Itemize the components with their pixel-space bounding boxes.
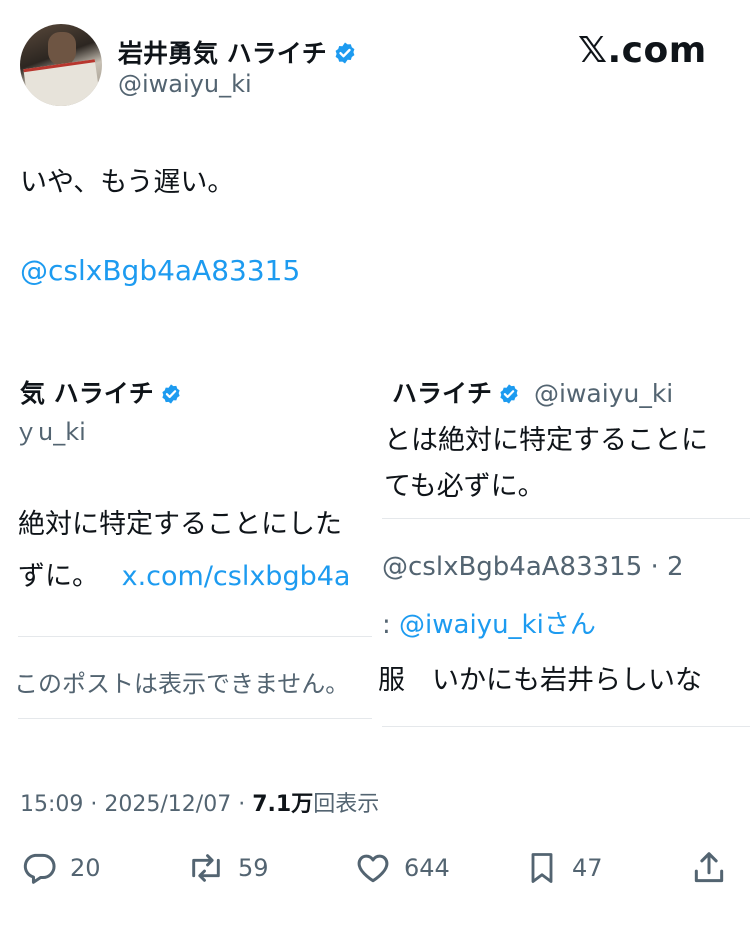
handle[interactable]: @iwaiyu_ki [118, 70, 252, 98]
like-icon [357, 854, 389, 883]
display-name-text: 岩井勇気 ハライチ [118, 39, 327, 68]
embedded-screenshot-left: 気 ハライチ ｙu_ki 絶対に特定することにした ずに。 x.com/cslx… [0, 360, 372, 720]
left-card-link[interactable]: x.com/cslxbgb4a [122, 561, 351, 592]
post-text: いや、もう遅い。 [20, 167, 235, 198]
share-button[interactable] [690, 848, 740, 888]
embedded-screenshot-right: ハライチ @iwaiyu_ki とは絶対に特定することに ても必ずに。 @cslx… [374, 360, 750, 730]
mention-link[interactable]: @cslxBgb4aA83315 [20, 254, 300, 287]
right-reply-user[interactable]: @cslxBgb4aA83315 · 2 [382, 552, 684, 582]
right-name-row: ハライチ @iwaiyu_ki [392, 379, 674, 408]
left-name-fragment: 気 ハライチ [20, 374, 182, 410]
repost-count: 59 [238, 854, 269, 882]
divider [18, 636, 372, 637]
bookmark-button[interactable]: 47 [524, 848, 603, 888]
reply-prefix: : [382, 610, 391, 640]
x-logo: 𝕏.com [578, 30, 707, 71]
left-unavailable-notice: このポストは表示できません。 [14, 670, 350, 698]
left-handle-fragment: ｙu_ki [14, 418, 86, 446]
right-text-line1: とは絶対に特定することに [384, 425, 708, 456]
share-icon [694, 852, 724, 883]
verified-badge-icon [335, 42, 355, 64]
like-button[interactable]: 644 [354, 848, 450, 888]
display-name[interactable]: 岩井勇気 ハライチ [118, 34, 357, 70]
left-text-line1: 絶対に特定することにした [18, 509, 342, 540]
reply-icon [23, 853, 56, 884]
verified-badge-icon [162, 384, 180, 404]
divider [18, 718, 372, 719]
reply-to-handle[interactable]: @iwaiyu_kiさん [399, 610, 596, 640]
post-time[interactable]: 15:09 [20, 792, 83, 817]
divider [382, 518, 750, 519]
reply-button[interactable]: 20 [20, 848, 101, 888]
bookmark-count: 47 [572, 854, 603, 882]
views-count: 7.1万 [252, 792, 314, 817]
right-text-line2: ても必ずに。 [384, 471, 545, 502]
divider [382, 726, 750, 727]
right-replying-to: : @iwaiyu_kiさん [382, 604, 596, 641]
like-count: 644 [404, 854, 450, 882]
right-reply-text: 服 いかにも岩井らしいな [378, 665, 702, 696]
right-handle: @iwaiyu_ki [534, 379, 674, 408]
left-text-line2-prefix: ずに。 [18, 561, 99, 592]
repost-icon [192, 854, 220, 882]
reply-count: 20 [70, 854, 101, 882]
avatar[interactable] [20, 24, 102, 106]
bookmark-icon [531, 853, 553, 883]
repost-button[interactable]: 59 [186, 848, 269, 888]
views-label: 回表示 [313, 792, 380, 817]
post-meta: 15:09 · 2025/12/07 · 7.1万回表示 [20, 792, 380, 817]
left-text-line2: ずに。 x.com/cslxbgb4a [18, 554, 350, 593]
post-date[interactable]: 2025/12/07 [104, 792, 231, 817]
verified-badge-icon [500, 384, 518, 404]
